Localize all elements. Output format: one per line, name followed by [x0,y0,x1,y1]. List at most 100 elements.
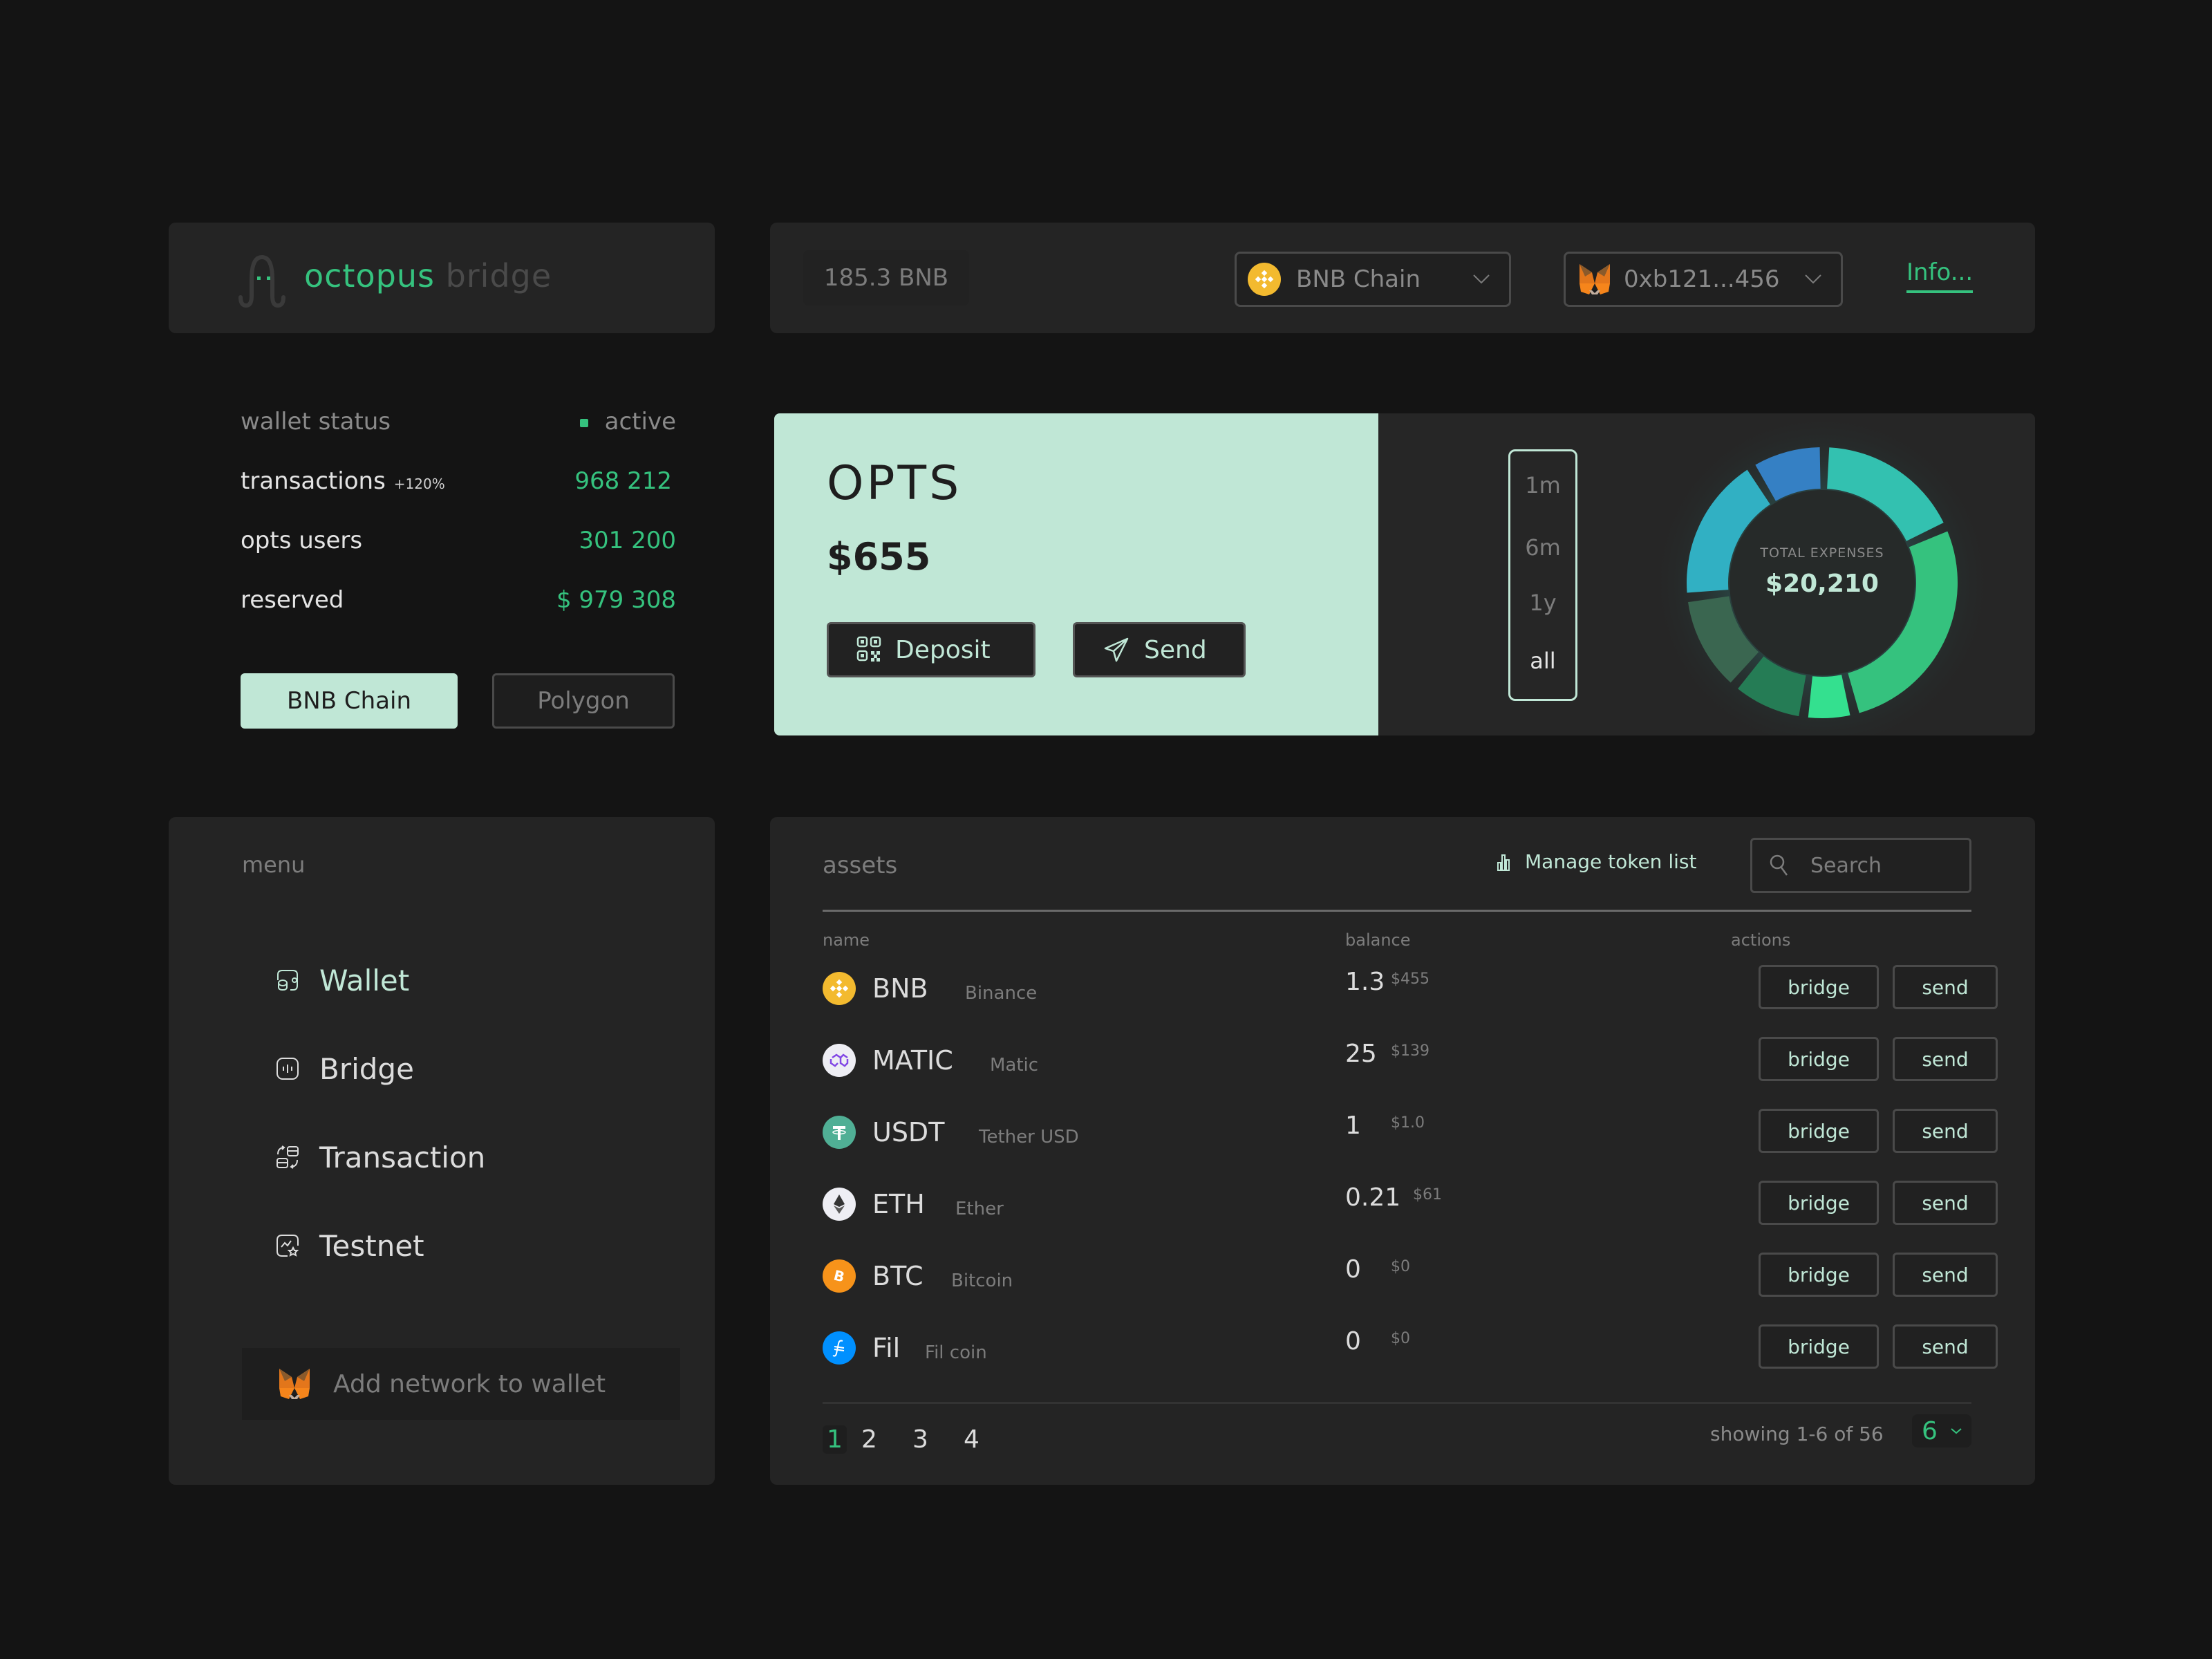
bridge-icon [276,1058,299,1080]
page-1[interactable]: 1 [823,1425,847,1454]
col-header-balance: balance [1345,930,1411,950]
asset-balance: 0 [1345,1327,1361,1356]
asset-usd-value: $0 [1391,1258,1410,1275]
matic-coin-icon [823,1044,856,1077]
bridge-button[interactable]: bridge [1759,1037,1879,1081]
send-button[interactable]: send [1893,1324,1998,1369]
bridge-button[interactable]: bridge [1759,1181,1879,1225]
deposit-button[interactable]: Deposit [827,622,1035,677]
range-all[interactable]: all [1510,648,1575,674]
bridge-button[interactable]: bridge [1759,1109,1879,1153]
menu-title: menu [242,852,306,878]
send-button[interactable]: send [1893,1253,1998,1297]
eth-coin-icon [823,1188,856,1221]
range-6m[interactable]: 6m [1510,534,1575,561]
range-selector: 1m 6m 1y all [1508,449,1577,701]
stat-label-text: transactions [241,467,386,495]
logo-text: octopus bridge [304,257,552,294]
asset-usd-value: $61 [1413,1186,1442,1203]
send-button[interactable]: send [1893,1037,1998,1081]
asset-name: Binance [965,983,1038,1004]
wallet-selector[interactable]: 0xb121...456 [1564,252,1843,307]
stat-wallet-status: wallet status active [241,408,676,449]
range-1m[interactable]: 1m [1510,472,1575,498]
bridge-button[interactable]: bridge [1759,1253,1879,1297]
logo-secondary: bridge [445,257,552,294]
assets-title: assets [823,852,898,879]
menu-item-label: Transaction [319,1140,486,1174]
donut-center-value: $20,210 [1765,570,1879,598]
wallet-address: 0xb121...456 [1624,265,1780,293]
asset-usd-value: $0 [1391,1330,1410,1347]
page-3[interactable]: 3 [912,1425,928,1454]
asset-symbol: ETH [872,1189,925,1219]
search-icon [1770,854,1788,876]
menu-item-label: Bridge [319,1051,414,1086]
usdt-coin-icon [823,1116,856,1149]
expenses-chart-panel: 1m 6m 1y all TOTAL EXPENSES $20,210 [1378,413,2035,735]
network-polygon-button[interactable]: Polygon [492,673,675,729]
opts-value: $655 [827,535,931,579]
wallet-coins-icon [277,970,298,991]
menu-item-transaction[interactable]: Transaction [275,1136,485,1178]
send-label: Send [1144,635,1207,664]
bar-chart-icon [1497,854,1510,871]
bridge-button[interactable]: bridge [1759,1324,1879,1369]
asset-name: Bitcoin [951,1271,1013,1291]
info-link[interactable]: Info... [1906,259,1974,293]
bnb-coin-icon [1248,263,1281,296]
asset-balance: 0 [1345,1255,1361,1284]
stat-change: +120% [393,476,445,492]
asset-symbol: BNB [872,973,928,1004]
assets-panel: assets Manage token list name balance ac… [770,817,2035,1485]
page-size-select[interactable]: 6 [1912,1414,1971,1447]
page-2[interactable]: 2 [861,1425,877,1454]
chevron-down-icon [1473,274,1490,284]
network-bnb-button[interactable]: BNB Chain [241,673,458,729]
stat-value: 301 200 [579,527,676,554]
footer-divider [823,1402,1971,1404]
stat-reserved: reserved $ 979 308 [241,586,676,628]
deposit-label: Deposit [895,635,991,664]
search-box [1750,838,1971,893]
menu-panel: menu Wallet Bridge Transaction Testnet A… [169,817,715,1485]
menu-item-bridge[interactable]: Bridge [275,1048,414,1089]
page-size-value: 6 [1922,1416,1938,1445]
opts-title: OPTS [827,456,962,511]
qr-code-icon [856,636,881,662]
bridge-button[interactable]: bridge [1759,965,1879,1009]
asset-balance: 1.3 [1345,968,1385,996]
metamask-fox-icon [279,1369,310,1399]
transaction-swap-icon [276,1145,299,1169]
stat-label: opts users [241,527,363,554]
menu-item-wallet[interactable]: Wallet [275,959,409,1001]
manage-label: Manage token list [1525,850,1697,873]
donut-title: TOTAL EXPENSES [1759,545,1884,561]
asset-symbol: USDT [872,1117,945,1147]
chain-selector[interactable]: BNB Chain [1235,252,1511,307]
asset-usd-value: $1.0 [1391,1114,1425,1132]
send-button[interactable]: send [1893,1109,1998,1153]
chevron-down-icon [1951,1428,1962,1434]
chevron-down-icon [1805,274,1821,284]
testnet-chart-icon [276,1235,299,1257]
manage-token-list-link[interactable]: Manage token list [1496,850,1696,873]
range-1y[interactable]: 1y [1510,590,1575,616]
menu-item-testnet[interactable]: Testnet [275,1225,424,1266]
send-button[interactable]: Send [1073,622,1246,677]
fil-coin-icon [823,1331,856,1365]
page-4[interactable]: 4 [964,1425,980,1454]
asset-name: Fil coin [925,1342,987,1363]
asset-usd-value: $139 [1391,1042,1430,1060]
asset-balance: 25 [1345,1040,1377,1068]
asset-row: MATIC Matic 25 $139 bridge send [823,1037,1998,1085]
asset-balance: 0.21 [1345,1183,1401,1212]
asset-balance: 1 [1345,1112,1361,1140]
add-network-button[interactable]: Add network to wallet [242,1348,680,1420]
send-button[interactable]: send [1893,1181,1998,1225]
asset-usd-value: $455 [1391,971,1430,988]
search-input[interactable] [1810,853,1949,878]
send-button[interactable]: send [1893,965,1998,1009]
asset-row: USDT Tether USD 1 $1.0 bridge send [823,1109,1998,1157]
asset-symbol: MATIC [872,1045,953,1076]
